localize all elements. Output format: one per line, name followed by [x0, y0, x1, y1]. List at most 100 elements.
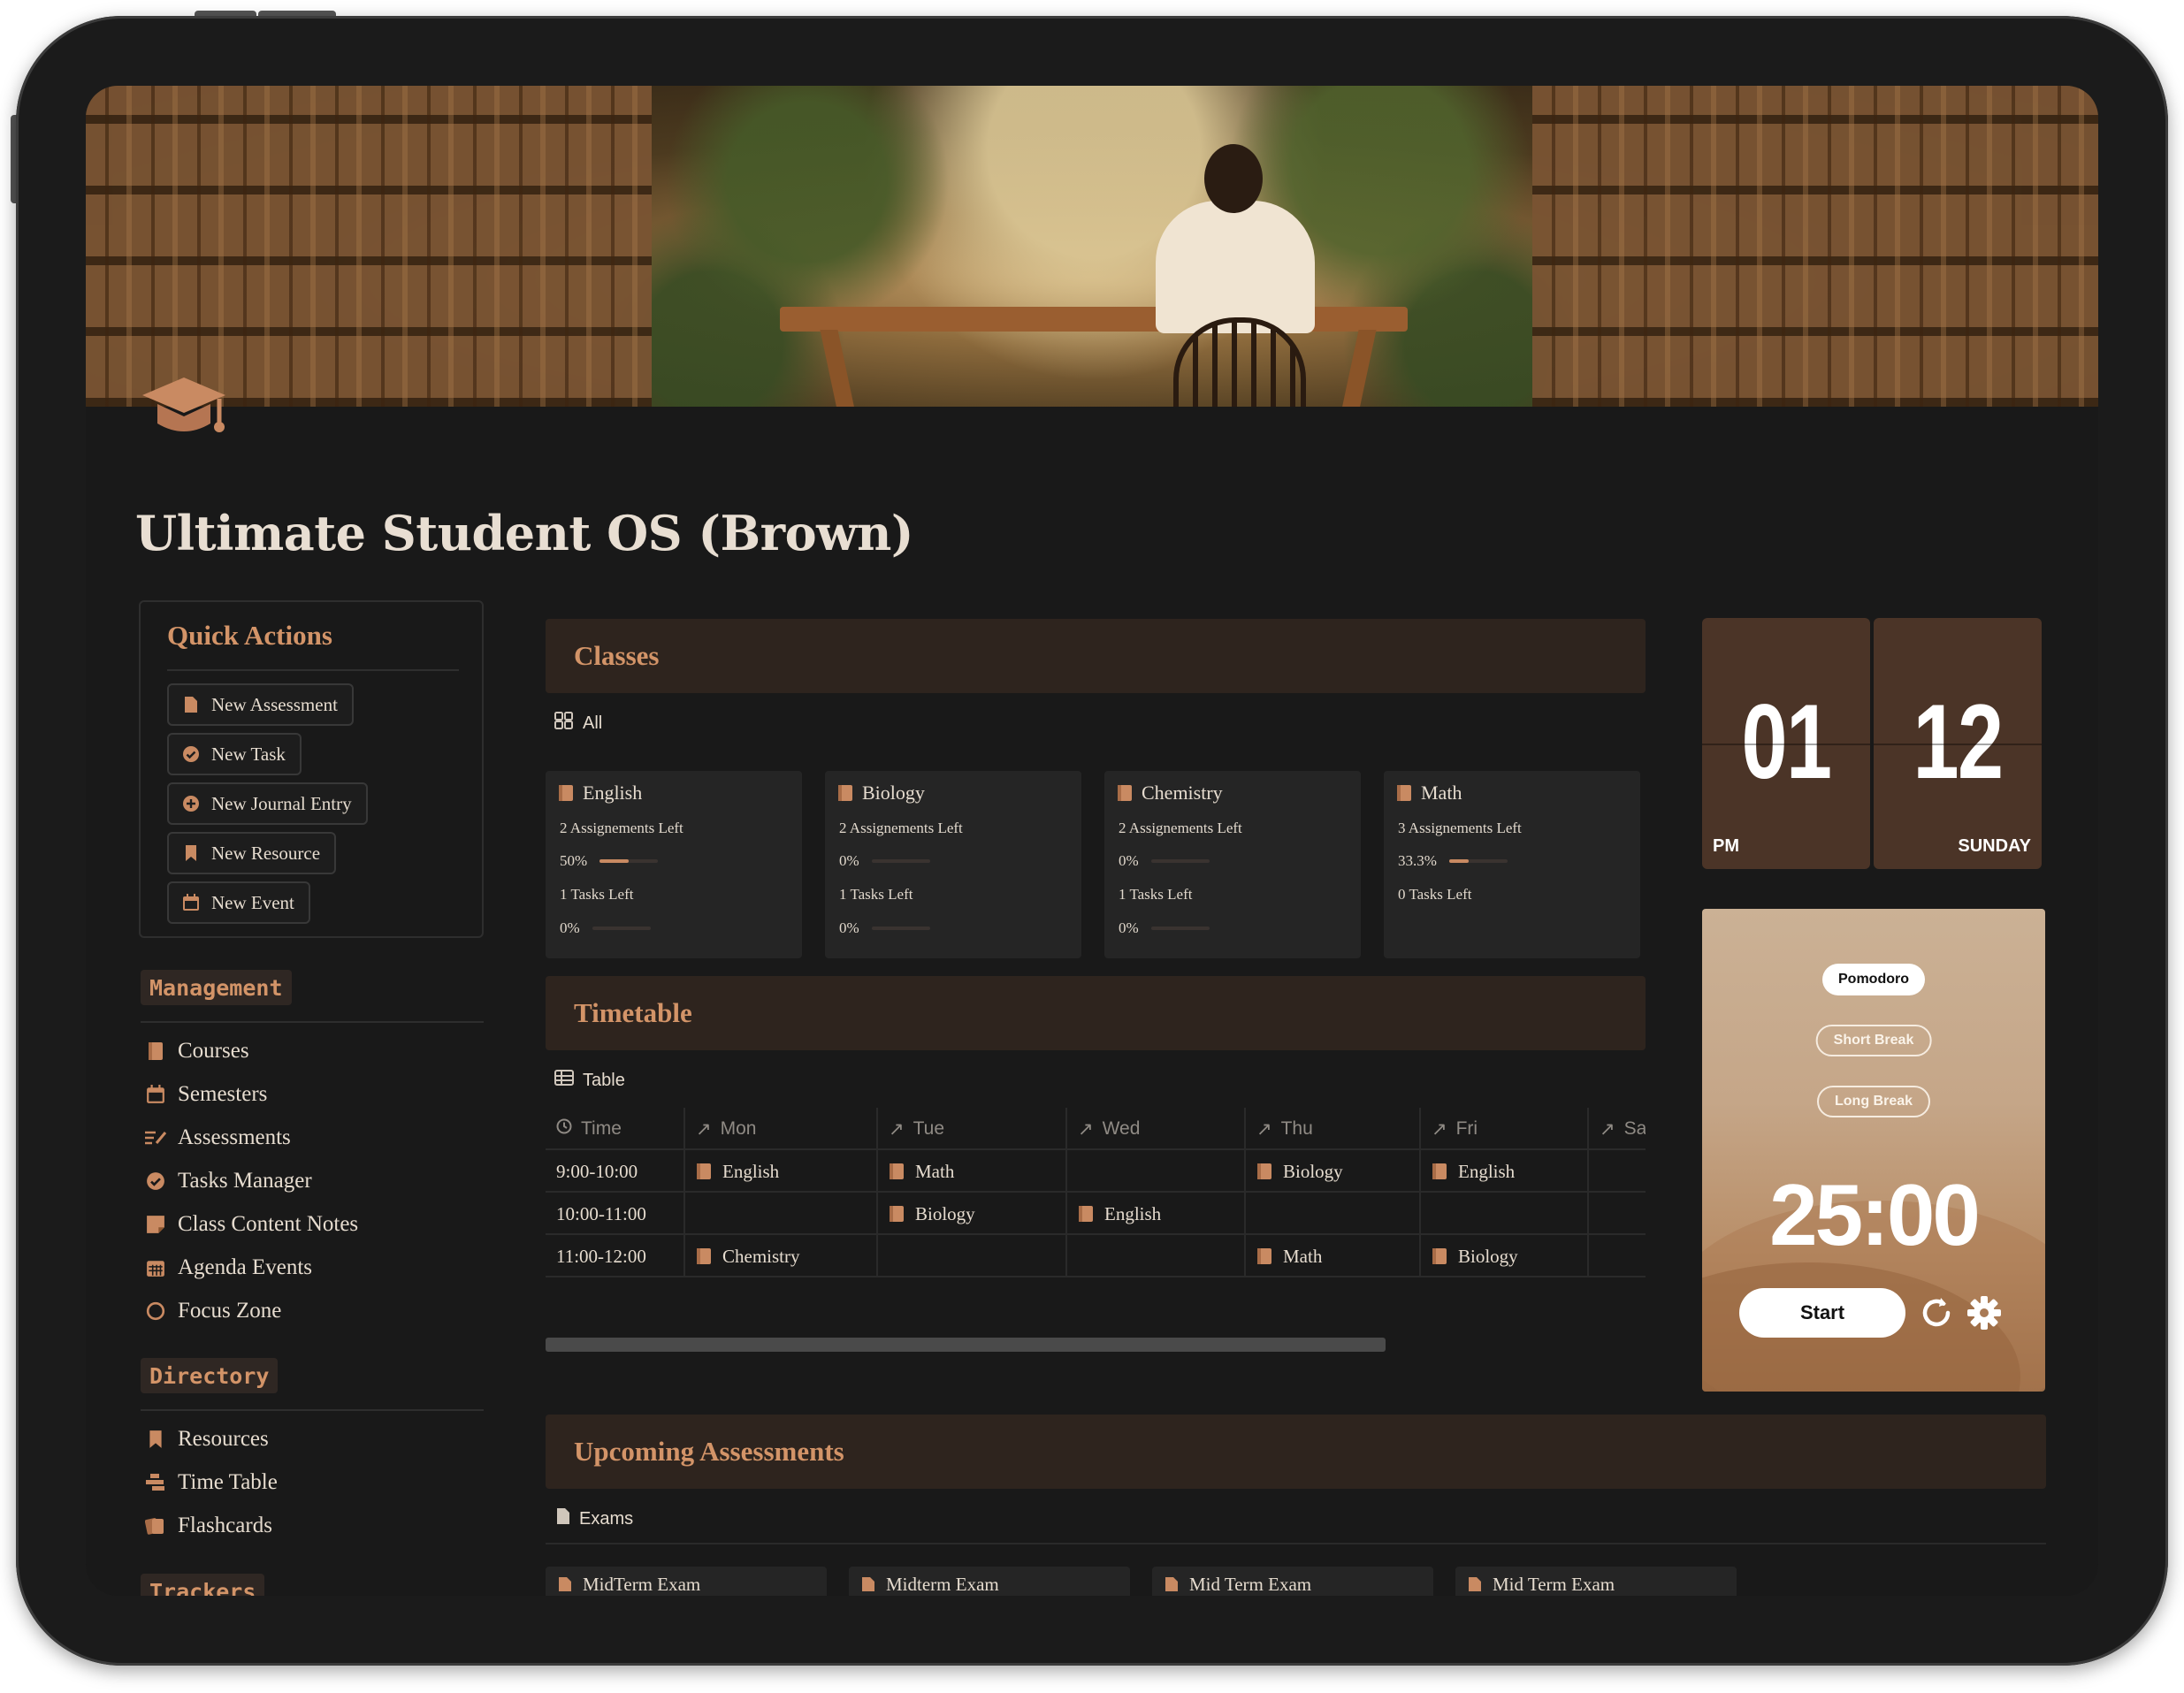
progress-bar — [871, 927, 930, 930]
calendar-grid-icon — [144, 1256, 167, 1279]
book-icon — [559, 785, 573, 801]
settings-gear-icon[interactable] — [1964, 1293, 2005, 1333]
clock-icon — [556, 1118, 572, 1140]
nav-item-resources[interactable]: Resources — [144, 1423, 269, 1455]
bookshelf-left — [86, 86, 652, 407]
trackers-heading: Trackers — [141, 1574, 265, 1596]
document-icon — [559, 1577, 571, 1591]
timetable-table: Time ↗ Mon ↗ Tue ↗ Wed ↗ Thu ↗ Fri ↗ Sa 9:00-1… — [546, 1108, 1646, 1277]
new-event-button[interactable]: New Event — [167, 881, 310, 924]
column-header-sat[interactable]: ↗ Sa — [1589, 1108, 1646, 1150]
table-icon — [554, 1069, 574, 1092]
new-assessment-button[interactable]: New Assessment — [167, 683, 354, 726]
exam-card[interactable]: Mid Term Exam — [1455, 1567, 1737, 1596]
progress-bar — [592, 927, 651, 930]
relation-arrow-icon: ↗ — [1078, 1118, 1094, 1140]
progress-bar — [599, 859, 659, 863]
new-journal-entry-button[interactable]: New Journal Entry — [167, 782, 368, 825]
nav-item-courses[interactable]: Courses — [144, 1035, 249, 1067]
classes-header: Classes — [546, 619, 1646, 693]
bookmark-icon — [181, 843, 201, 863]
class-card-english[interactable]: English 2 Assignements Left 50% 1 Tasks … — [546, 771, 802, 958]
upcoming-view-tab-exams[interactable]: Exams — [556, 1507, 633, 1530]
relation-arrow-icon: ↗ — [1256, 1118, 1272, 1140]
book-icon — [1432, 1248, 1447, 1264]
document-icon — [1469, 1577, 1481, 1591]
circle-icon — [144, 1300, 167, 1323]
exam-card[interactable]: Mid Term Exam — [1152, 1567, 1433, 1596]
clock-minute-tile: 12 SUNDAY — [1874, 618, 2042, 869]
progress-bar — [1150, 859, 1210, 863]
exam-card[interactable]: MidTerm Exam — [546, 1567, 827, 1596]
nav-item-flashcards[interactable]: Flashcards — [144, 1510, 272, 1542]
calendar-icon — [144, 1083, 167, 1106]
column-header-tue[interactable]: ↗ Tue — [878, 1108, 1067, 1150]
timeline-icon — [144, 1471, 167, 1494]
graduation-cap-icon[interactable] — [135, 369, 233, 448]
calendar-icon — [181, 893, 201, 912]
book-icon — [1397, 785, 1411, 801]
notion-page: Ultimate Student OS (Brown) Quick Action… — [86, 86, 2098, 1596]
book-icon — [890, 1206, 904, 1222]
class-card-biology[interactable]: Biology 2 Assignements Left 0% 1 Tasks L… — [825, 771, 1081, 958]
mode-pomodoro[interactable]: Pomodoro — [1822, 964, 1925, 995]
nav-item-class-content-notes[interactable]: Class Content Notes — [144, 1209, 358, 1240]
relation-arrow-icon: ↗ — [1600, 1118, 1615, 1140]
class-card-math[interactable]: Math 3 Assignements Left 33.3% 0 Tasks L… — [1384, 771, 1640, 958]
progress-bar — [871, 859, 930, 863]
gallery-icon — [554, 712, 574, 735]
reset-icon[interactable] — [1916, 1293, 1957, 1333]
classes-view-tab-all[interactable]: All — [554, 712, 602, 735]
check-circle-icon — [144, 1170, 167, 1193]
new-resource-button[interactable]: New Resource — [167, 832, 337, 874]
start-button[interactable]: Start — [1739, 1288, 1905, 1338]
check-circle-icon — [181, 744, 201, 764]
cover-image — [86, 86, 2098, 407]
relation-arrow-icon: ↗ — [889, 1118, 905, 1140]
column-header-mon[interactable]: ↗ Mon — [685, 1108, 878, 1150]
nav-item-assessments[interactable]: Assessments — [144, 1122, 291, 1154]
nav-item-focus-zone[interactable]: Focus Zone — [144, 1295, 281, 1327]
column-header-time[interactable]: Time — [546, 1108, 685, 1150]
nav-item-semesters[interactable]: Semesters — [144, 1079, 267, 1110]
timetable-view-tab-table[interactable]: Table — [554, 1069, 625, 1092]
management-heading: Management — [141, 970, 292, 1005]
nav-item-tasks-manager[interactable]: Tasks Manager — [144, 1165, 312, 1197]
book-icon — [144, 1040, 167, 1063]
upcoming-assessments-header: Upcoming Assessments — [546, 1415, 2046, 1489]
book-icon — [1432, 1163, 1447, 1179]
mode-long-break[interactable]: Long Break — [1816, 1086, 1931, 1117]
progress-bar — [1448, 859, 1508, 863]
nav-item-agenda-events[interactable]: Agenda Events — [144, 1252, 312, 1284]
horizontal-scrollbar[interactable] — [546, 1338, 1386, 1352]
progress-bar — [1150, 927, 1210, 930]
column-header-thu[interactable]: ↗ Thu — [1246, 1108, 1421, 1150]
table-row[interactable]: 10:00-11:00 Biology English — [546, 1193, 1646, 1235]
bookmark-icon — [144, 1428, 167, 1451]
table-row[interactable]: 9:00-10:00 English Math Biology English — [546, 1150, 1646, 1193]
document-icon — [1165, 1577, 1178, 1591]
new-task-button[interactable]: New Task — [167, 733, 302, 775]
book-icon — [838, 785, 852, 801]
student-figure — [1156, 201, 1315, 333]
bookshelf-right — [1532, 86, 2098, 407]
book-icon — [1079, 1206, 1093, 1222]
exam-card[interactable]: Midterm Exam — [849, 1567, 1130, 1596]
clock-hour-tile: 01 PM — [1702, 618, 1870, 869]
document-icon — [556, 1507, 570, 1530]
document-icon — [862, 1577, 874, 1591]
relation-arrow-icon: ↗ — [696, 1118, 712, 1140]
column-header-wed[interactable]: ↗ Wed — [1067, 1108, 1246, 1150]
book-icon — [1257, 1248, 1271, 1264]
book-icon — [890, 1163, 904, 1179]
class-card-chemistry[interactable]: Chemistry 2 Assignements Left 0% 1 Tasks… — [1104, 771, 1361, 958]
column-header-fri[interactable]: ↗ Fri — [1421, 1108, 1589, 1150]
nav-item-time-table[interactable]: Time Table — [144, 1467, 278, 1499]
quick-actions-panel: Quick Actions New Assessment New Task Ne… — [139, 600, 484, 938]
book-icon — [1257, 1163, 1271, 1179]
book-icon — [697, 1248, 711, 1264]
mode-short-break[interactable]: Short Break — [1815, 1025, 1932, 1056]
table-row[interactable]: 11:00-12:00 Chemistry Math Biology — [546, 1235, 1646, 1277]
page-title: Ultimate Student OS (Brown) — [135, 505, 913, 561]
book-icon — [697, 1163, 711, 1179]
